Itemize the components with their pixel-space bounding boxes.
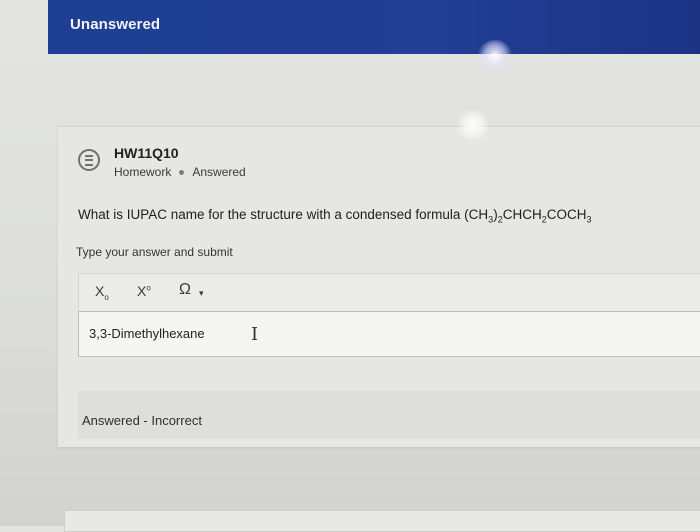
omega-icon: Ω [179,281,191,298]
formula-part: (CH [464,207,489,222]
formula-part: 3 [586,214,592,225]
text-cursor-icon: I [251,324,259,345]
editor-toolbar: Xo Xo Ω ▾ [78,273,700,313]
answer-input[interactable]: 3,3-Dimethylhexane I [78,311,700,357]
chevron-down-icon[interactable]: ▾ [199,288,204,299]
question-card: HW11Q10 Homework Answered What is IUPAC … [58,126,700,447]
special-characters-button[interactable]: Ω [179,281,191,299]
superscript-button[interactable]: Xo [137,283,151,299]
status-banner: Unanswered [48,0,700,54]
question-id: HW11Q10 [114,145,179,161]
answer-instruction: Type your answer and submit [76,245,233,259]
separator-dot-icon [179,169,185,175]
subscript-icon: Xo [95,283,109,302]
result-area: Answered - Incorrect [78,391,700,439]
answer-value: 3,3-Dimethylhexane [89,326,205,341]
formula-part: CHCH [502,207,542,222]
next-card [64,510,700,532]
question-prompt: What is IUPAC name for the structure wit… [78,207,591,225]
question-type: Homework [114,165,172,179]
subscript-button[interactable]: Xo [95,283,109,302]
banner-title: Unanswered [70,16,161,33]
superscript-icon: Xo [137,283,151,299]
question-status: Answered [192,165,246,179]
formula-part: COCH [546,207,587,222]
question-list-icon [78,149,100,171]
question-text: What is IUPAC name for the structure wit… [78,207,465,222]
condensed-formula: (CH3)2CHCH2COCH3 [464,207,592,225]
question-meta: Homework Answered [114,165,246,179]
result-status: Answered - Incorrect [82,413,202,428]
screen-glare [478,40,512,70]
screen-glare [456,110,490,140]
